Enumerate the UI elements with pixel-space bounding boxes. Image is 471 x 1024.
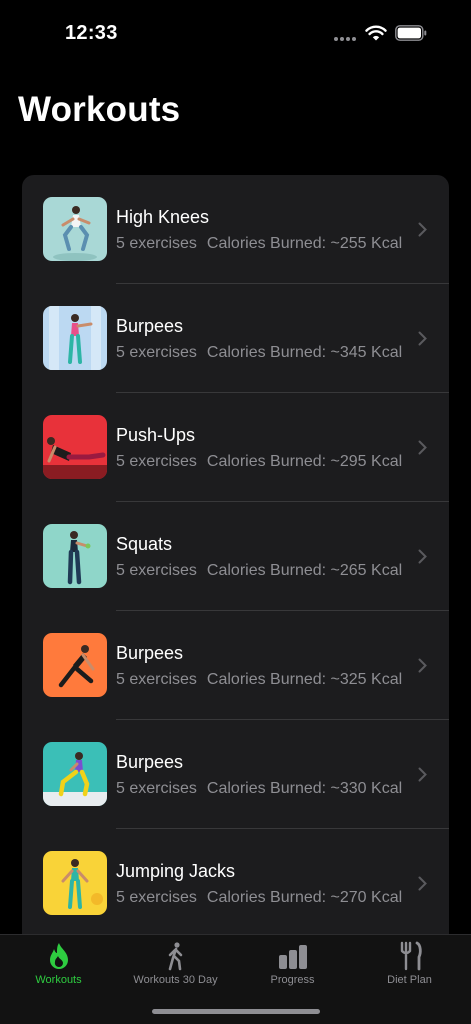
tab-label: Workouts xyxy=(35,974,82,986)
flame-icon xyxy=(49,943,68,969)
chevron-right-icon xyxy=(418,767,427,782)
tab-workouts[interactable]: Workouts xyxy=(0,935,117,995)
workout-name: Jumping Jacks xyxy=(116,861,236,881)
workout-row-push-ups[interactable]: Push-Ups 5 exercises Calories Burned: ~29… xyxy=(22,393,449,502)
workout-thumbnail xyxy=(43,851,107,915)
workout-list: High Knees 5 exercises Calories Burned: ~… xyxy=(22,175,449,955)
workout-meta: 5 exercises Calories Burned: ~345 Kcal xyxy=(116,344,402,362)
calories-burned: Calories Burned: ~270 Kcal xyxy=(206,889,403,906)
workout-thumbnail xyxy=(43,524,107,588)
status-time: 12:33 xyxy=(65,22,118,44)
workout-row-jumping-jacks[interactable]: Jumping Jacks 5 exercises Calories Burned… xyxy=(22,829,449,938)
fork-knife-icon xyxy=(400,941,422,971)
workout-row-squats[interactable]: Squats 5 exercises Calories Burned: ~265 … xyxy=(22,502,449,611)
workout-thumbnail xyxy=(43,633,107,697)
wifi-icon xyxy=(365,25,387,41)
exercise-count: 5 exercises xyxy=(116,671,197,688)
calories-burned: Calories Burned: ~330 Kcal xyxy=(206,780,403,797)
chevron-right-icon xyxy=(418,549,427,564)
tab-label: Progress xyxy=(270,974,315,986)
cellular-signal-icon xyxy=(334,37,356,41)
exercise-count: 5 exercises xyxy=(116,562,197,579)
workout-name: Burpees xyxy=(116,643,184,663)
calories-burned: Calories Burned: ~345 Kcal xyxy=(206,344,403,361)
status-bar: 12:33 xyxy=(0,0,471,60)
tab-progress[interactable]: Progress xyxy=(234,935,351,995)
calories-burned: Calories Burned: ~325 Kcal xyxy=(206,671,403,688)
workout-meta: 5 exercises Calories Burned: ~270 Kcal xyxy=(116,889,402,907)
exercise-count: 5 exercises xyxy=(116,235,197,252)
chevron-right-icon xyxy=(418,440,427,455)
calories-burned: Calories Burned: ~265 Kcal xyxy=(206,562,403,579)
calories-burned: Calories Burned: ~255 Kcal xyxy=(206,235,403,252)
workout-name: Burpees xyxy=(116,316,184,336)
workout-name: Burpees xyxy=(116,752,184,772)
workout-meta: 5 exercises Calories Burned: ~255 Kcal xyxy=(116,235,402,253)
workout-name: Push-Ups xyxy=(116,425,196,445)
chevron-right-icon xyxy=(418,222,427,237)
walking-person-icon xyxy=(168,942,182,971)
exercise-count: 5 exercises xyxy=(116,453,197,470)
workout-thumbnail xyxy=(43,742,107,806)
exercise-count: 5 exercises xyxy=(116,889,197,906)
workout-meta: 5 exercises Calories Burned: ~265 Kcal xyxy=(116,562,402,580)
exercise-count: 5 exercises xyxy=(116,344,197,361)
workout-name: High Knees xyxy=(116,207,210,227)
workout-meta: 5 exercises Calories Burned: ~330 Kcal xyxy=(116,780,402,798)
chevron-right-icon xyxy=(418,658,427,673)
workout-name: Squats xyxy=(116,534,173,554)
workout-row-burpees[interactable]: Burpees 5 exercises Calories Burned: ~330… xyxy=(22,720,449,829)
calories-burned: Calories Burned: ~295 Kcal xyxy=(206,453,403,470)
workout-row-burpees[interactable]: Burpees 5 exercises Calories Burned: ~325… xyxy=(22,611,449,720)
battery-icon xyxy=(395,25,427,41)
workout-thumbnail xyxy=(43,415,107,479)
home-indicator[interactable] xyxy=(152,1009,320,1014)
tab-label: Workouts 30 Day xyxy=(133,974,218,986)
workout-thumbnail xyxy=(43,197,107,261)
tab-label: Diet Plan xyxy=(387,974,432,986)
tab-workouts-30-day[interactable]: Workouts 30 Day xyxy=(117,935,234,995)
workout-meta: 5 exercises Calories Burned: ~295 Kcal xyxy=(116,453,402,471)
exercise-count: 5 exercises xyxy=(116,780,197,797)
chevron-right-icon xyxy=(418,331,427,346)
workout-meta: 5 exercises Calories Burned: ~325 Kcal xyxy=(116,671,402,689)
bar-chart-icon xyxy=(278,945,307,969)
page-title: Workouts xyxy=(18,90,181,129)
tab-diet-plan[interactable]: Diet Plan xyxy=(351,935,468,995)
workout-thumbnail xyxy=(43,306,107,370)
workout-row-burpees[interactable]: Burpees 5 exercises Calories Burned: ~345… xyxy=(22,284,449,393)
chevron-right-icon xyxy=(418,876,427,891)
workout-row-high-knees[interactable]: High Knees 5 exercises Calories Burned: ~… xyxy=(22,175,449,284)
